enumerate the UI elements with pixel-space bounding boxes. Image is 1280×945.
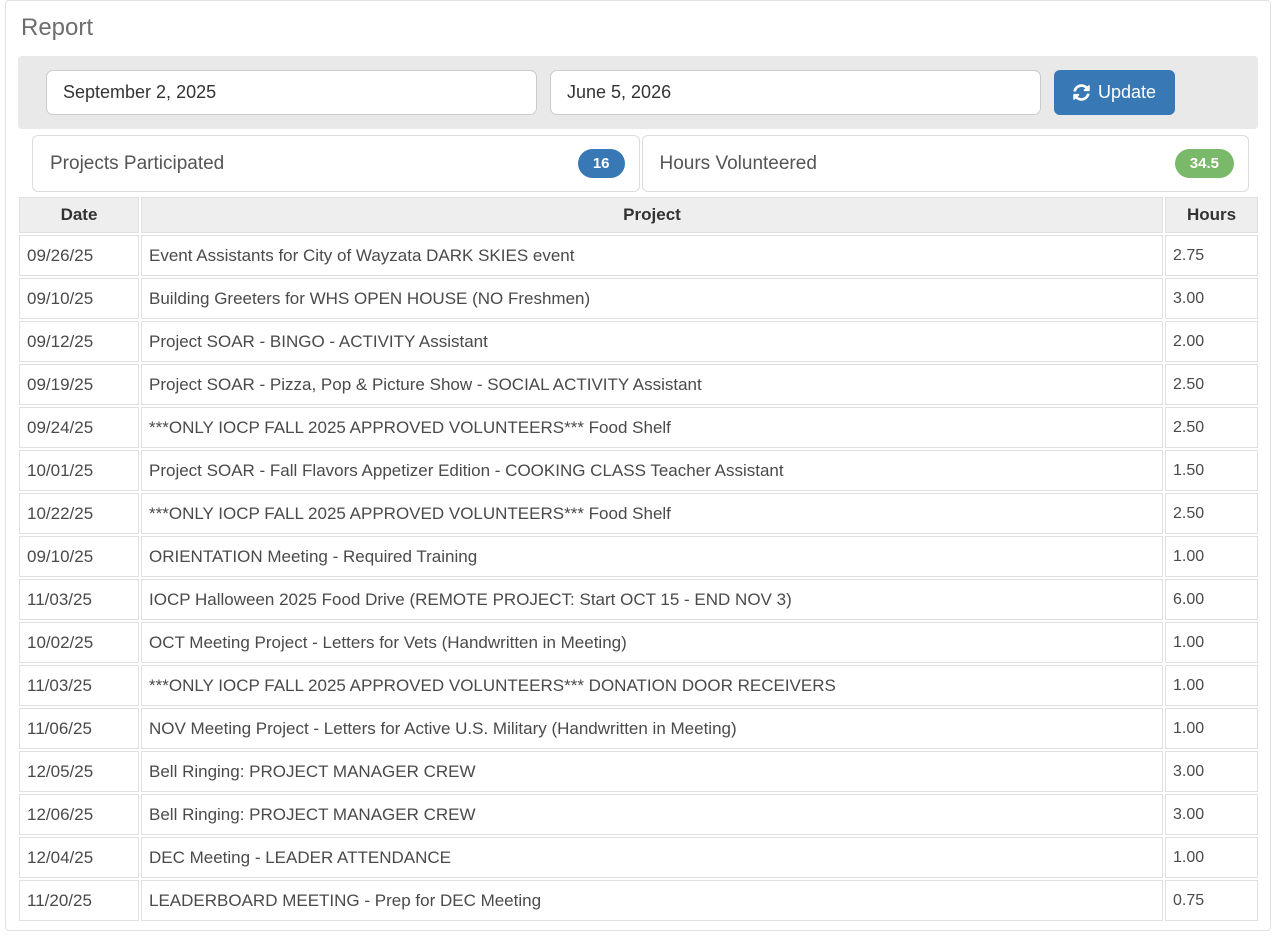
hours-cell: 1.00 [1165, 665, 1258, 706]
project-cell: Project SOAR - BINGO - ACTIVITY Assistan… [141, 321, 1163, 362]
date-cell: 11/03/25 [19, 579, 139, 620]
project-cell: LEADERBOARD MEETING - Prep for DEC Meeti… [141, 880, 1163, 921]
project-cell: Event Assistants for City of Wayzata DAR… [141, 235, 1163, 276]
project-cell: IOCP Halloween 2025 Food Drive (REMOTE P… [141, 579, 1163, 620]
table-row: 12/04/25 DEC Meeting - LEADER ATTENDANCE… [19, 837, 1258, 878]
projects-participated-label: Projects Participated [50, 152, 225, 174]
report-table: Date Project Hours 09/26/25 Event Assist… [17, 195, 1260, 923]
project-cell: ***ONLY IOCP FALL 2025 APPROVED VOLUNTEE… [141, 493, 1163, 534]
stat-card-projects: Projects Participated 16 [32, 135, 640, 192]
project-cell: NOV Meeting Project - Letters for Active… [141, 708, 1163, 749]
update-button-label: Update [1098, 82, 1157, 102]
hours-cell: 1.00 [1165, 622, 1258, 663]
hours-cell: 2.75 [1165, 235, 1258, 276]
date-filter-toolbar: Update [18, 56, 1258, 129]
hours-cell: 6.00 [1165, 579, 1258, 620]
date-cell: 12/06/25 [19, 794, 139, 835]
date-cell: 11/06/25 [19, 708, 139, 749]
refresh-icon [1073, 84, 1090, 101]
stats-row: Projects Participated 16 Hours Volunteer… [32, 135, 1249, 192]
table-row: 09/19/25 Project SOAR - Pizza, Pop & Pic… [19, 364, 1258, 405]
table-row: 11/06/25 NOV Meeting Project - Letters f… [19, 708, 1258, 749]
start-date-input[interactable] [46, 70, 537, 115]
table-row: 10/22/25 ***ONLY IOCP FALL 2025 APPROVED… [19, 493, 1258, 534]
column-header-hours: Hours [1165, 197, 1258, 233]
projects-count-badge: 16 [577, 149, 625, 178]
table-header: Date Project Hours [19, 197, 1258, 233]
stat-card-hours: Hours Volunteered 34.5 [641, 135, 1249, 192]
date-cell: 11/20/25 [19, 880, 139, 921]
date-cell: 09/24/25 [19, 407, 139, 448]
date-cell: 10/02/25 [19, 622, 139, 663]
hours-cell: 2.50 [1165, 364, 1258, 405]
table-row: 09/26/25 Event Assistants for City of Wa… [19, 235, 1258, 276]
hours-cell: 0.75 [1165, 880, 1258, 921]
hours-cell: 2.00 [1165, 321, 1258, 362]
table-row: 09/24/25 ***ONLY IOCP FALL 2025 APPROVED… [19, 407, 1258, 448]
table-row: 10/01/25 Project SOAR - Fall Flavors App… [19, 450, 1258, 491]
hours-cell: 2.50 [1165, 407, 1258, 448]
update-button[interactable]: Update [1054, 70, 1176, 115]
date-cell: 09/10/25 [19, 278, 139, 319]
hours-total-badge: 34.5 [1174, 149, 1234, 178]
column-header-date: Date [19, 197, 139, 233]
table-body: 09/26/25 Event Assistants for City of Wa… [19, 235, 1258, 921]
table-row: 12/05/25 Bell Ringing: PROJECT MANAGER C… [19, 751, 1258, 792]
table-row: 11/20/25 LEADERBOARD MEETING - Prep for … [19, 880, 1258, 921]
date-cell: 09/19/25 [19, 364, 139, 405]
page-title: Report [21, 14, 94, 41]
date-cell: 11/03/25 [19, 665, 139, 706]
table-row: 11/03/25 ***ONLY IOCP FALL 2025 APPROVED… [19, 665, 1258, 706]
hours-cell: 2.50 [1165, 493, 1258, 534]
project-cell: ***ONLY IOCP FALL 2025 APPROVED VOLUNTEE… [141, 407, 1163, 448]
report-panel: Report Update Projects Participated 16 H… [5, 0, 1271, 931]
project-cell: Project SOAR - Pizza, Pop & Picture Show… [141, 364, 1163, 405]
table-row: 09/10/25 Building Greeters for WHS OPEN … [19, 278, 1258, 319]
project-cell: Project SOAR - Fall Flavors Appetizer Ed… [141, 450, 1163, 491]
project-cell: Building Greeters for WHS OPEN HOUSE (NO… [141, 278, 1163, 319]
date-cell: 09/26/25 [19, 235, 139, 276]
table-row: 12/06/25 Bell Ringing: PROJECT MANAGER C… [19, 794, 1258, 835]
project-cell: Bell Ringing: PROJECT MANAGER CREW [141, 794, 1163, 835]
hours-cell: 3.00 [1165, 794, 1258, 835]
hours-cell: 1.00 [1165, 536, 1258, 577]
date-cell: 10/01/25 [19, 450, 139, 491]
date-cell: 12/05/25 [19, 751, 139, 792]
project-cell: ***ONLY IOCP FALL 2025 APPROVED VOLUNTEE… [141, 665, 1163, 706]
column-header-project: Project [141, 197, 1163, 233]
date-cell: 09/12/25 [19, 321, 139, 362]
hours-cell: 3.00 [1165, 751, 1258, 792]
end-date-input[interactable] [550, 70, 1041, 115]
project-cell: DEC Meeting - LEADER ATTENDANCE [141, 837, 1163, 878]
hours-cell: 3.00 [1165, 278, 1258, 319]
date-cell: 09/10/25 [19, 536, 139, 577]
project-cell: OCT Meeting Project - Letters for Vets (… [141, 622, 1163, 663]
hours-cell: 1.00 [1165, 708, 1258, 749]
hours-volunteered-label: Hours Volunteered [659, 152, 817, 174]
table-row: 09/10/25 ORIENTATION Meeting - Required … [19, 536, 1258, 577]
hours-cell: 1.00 [1165, 837, 1258, 878]
hours-cell: 1.50 [1165, 450, 1258, 491]
table-row: 11/03/25 IOCP Halloween 2025 Food Drive … [19, 579, 1258, 620]
date-cell: 10/22/25 [19, 493, 139, 534]
project-cell: ORIENTATION Meeting - Required Training [141, 536, 1163, 577]
table-row: 09/12/25 Project SOAR - BINGO - ACTIVITY… [19, 321, 1258, 362]
date-cell: 12/04/25 [19, 837, 139, 878]
project-cell: Bell Ringing: PROJECT MANAGER CREW [141, 751, 1163, 792]
table-row: 10/02/25 OCT Meeting Project - Letters f… [19, 622, 1258, 663]
